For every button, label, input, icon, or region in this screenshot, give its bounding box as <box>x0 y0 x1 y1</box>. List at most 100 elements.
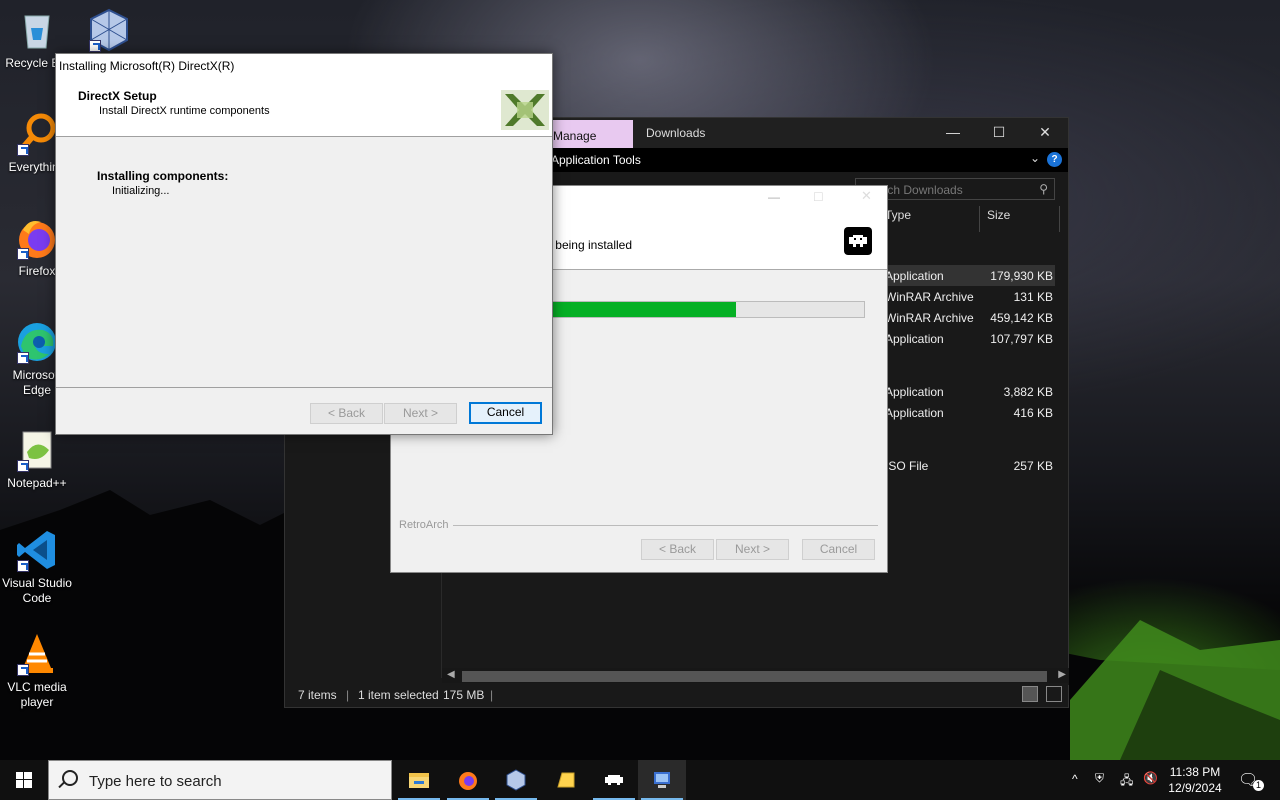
file-row[interactable]: ISO File 257 KB <box>885 455 1055 476</box>
folder-icon <box>409 773 429 788</box>
vlc-icon <box>15 632 59 676</box>
everything-icon <box>15 112 59 156</box>
file-size: 416 KB <box>1013 406 1053 420</box>
file-row[interactable]: Application 107,797 KB <box>885 328 1055 349</box>
dialog-header: DirectX Setup Install DirectX runtime co… <box>56 78 552 137</box>
ribbon-tab-manage[interactable]: Manage <box>548 120 633 148</box>
windows-logo-icon <box>16 772 32 788</box>
file-type: ISO File <box>885 459 929 473</box>
desktop-icon-vlc[interactable]: VLC media player <box>0 632 74 710</box>
taskbar-directx-setup[interactable] <box>638 760 686 800</box>
minimize-icon[interactable]: — <box>930 124 976 140</box>
file-type: WinRAR Archive <box>885 311 974 325</box>
setup-icon <box>654 772 670 788</box>
firefox-icon <box>459 772 477 790</box>
header-subtitle: Install DirectX runtime components <box>99 105 270 117</box>
maximize-icon[interactable]: ☐ <box>976 124 1022 141</box>
dialog-title[interactable]: Installing Microsoft(R) DirectX(R) <box>56 54 552 78</box>
file-type: WinRAR Archive <box>885 290 974 304</box>
help-icon[interactable]: ? <box>1047 152 1062 167</box>
recycle-bin-icon <box>15 8 59 52</box>
column-header-type[interactable]: Type <box>885 208 911 234</box>
search-icon <box>62 770 78 786</box>
scroll-right-icon[interactable]: ▶ <box>1058 669 1066 680</box>
file-row[interactable]: WinRAR Archive 131 KB <box>885 286 1055 307</box>
file-size: 131 KB <box>1013 290 1053 304</box>
taskbar-file-explorer[interactable] <box>395 760 443 800</box>
column-separator[interactable] <box>1059 206 1060 232</box>
chevron-up-icon[interactable]: ^ <box>1072 772 1078 786</box>
desktop-icon-label: Notepad++ <box>7 476 67 490</box>
chevron-down-icon[interactable]: ⌄ <box>1030 151 1040 165</box>
desktop-icon-label: VLC media player <box>7 680 67 709</box>
retroarch-logo-icon <box>844 227 872 255</box>
column-header-size[interactable]: Size <box>987 208 1010 234</box>
window-title: Downloads <box>646 126 706 140</box>
taskbar: Type here to search ^ ⛨ 🖧 🔇 11:38 PM 12/… <box>0 760 1280 800</box>
notepad-plus-plus-icon <box>15 428 59 472</box>
back-button[interactable]: < Back <box>310 403 383 424</box>
file-row[interactable]: Application 3,882 KB <box>885 381 1055 402</box>
desktop-icon-label: Visual Studio Code <box>2 576 72 605</box>
clock-time: 11:38 PM <box>1169 765 1221 779</box>
file-type: Application <box>885 332 944 346</box>
close-icon[interactable]: ✕ <box>1022 124 1068 141</box>
next-button[interactable]: Next > <box>384 403 457 424</box>
cancel-button[interactable]: Cancel <box>802 539 875 560</box>
divider <box>453 525 878 526</box>
ribbon-context-label[interactable]: Application Tools <box>551 153 641 167</box>
directx-setup-dialog[interactable]: Installing Microsoft(R) DirectX(R) Direc… <box>55 53 553 435</box>
file-type: Application <box>885 406 944 420</box>
file-type: Application <box>885 269 944 283</box>
cancel-button[interactable]: Cancel <box>469 402 542 424</box>
large-icons-view-icon[interactable] <box>1046 686 1062 702</box>
file-size: 179,930 KB <box>990 269 1053 283</box>
status-divider: | <box>346 688 350 702</box>
search-placeholder: Type here to search <box>89 773 222 790</box>
desktop-icon-virtualbox[interactable] <box>72 8 146 56</box>
search-icon: ⚲ <box>1039 182 1048 196</box>
directx-logo-icon <box>501 90 549 130</box>
file-row[interactable]: Application 416 KB <box>885 402 1055 423</box>
status-divider: | <box>490 688 494 702</box>
taskbar-search-input[interactable]: Type here to search <box>48 760 392 800</box>
edge-icon <box>15 320 59 364</box>
file-size: 107,797 KB <box>990 332 1053 346</box>
system-clock[interactable]: 11:38 PM 12/9/2024 <box>1160 764 1230 796</box>
taskbar-retroarch[interactable] <box>590 760 638 800</box>
scrollbar-thumb[interactable] <box>462 671 1047 682</box>
status-selected-size: 175 MB <box>443 688 485 702</box>
taskbar-virtualbox[interactable] <box>492 760 540 800</box>
details-view-icon[interactable] <box>1022 686 1038 702</box>
maximize-icon[interactable]: ☐ <box>813 190 824 204</box>
file-size: 257 KB <box>1013 459 1053 473</box>
close-icon[interactable]: ✕ <box>861 188 872 204</box>
divider <box>56 387 552 388</box>
file-type: Application <box>885 385 944 399</box>
start-button[interactable] <box>0 760 48 800</box>
status-selected: 1 item selected <box>358 688 439 702</box>
virtualbox-icon <box>506 769 526 791</box>
taskbar-firefox[interactable] <box>444 760 492 800</box>
desktop-icon-vscode[interactable]: Visual Studio Code <box>0 528 74 606</box>
installer-brand: RetroArch <box>399 519 449 531</box>
desktop-icon-notepad-plus-plus[interactable]: Notepad++ <box>0 428 74 491</box>
network-icon[interactable]: 🖧 <box>1120 771 1133 792</box>
clock-date: 12/9/2024 <box>1168 781 1222 795</box>
next-button[interactable]: Next > <box>716 539 789 560</box>
firefox-icon <box>15 216 59 260</box>
scroll-left-icon[interactable]: ◀ <box>447 669 455 680</box>
column-separator[interactable] <box>979 206 980 232</box>
virtualbox-icon <box>87 8 131 52</box>
file-row[interactable]: WinRAR Archive 459,142 KB <box>885 307 1055 328</box>
taskbar-sticky-app[interactable] <box>542 760 590 800</box>
status-item-count: 7 items <box>298 688 337 702</box>
file-row[interactable]: Application 179,930 KB <box>885 265 1055 286</box>
header-title: DirectX Setup <box>78 89 157 103</box>
sticky-note-icon <box>557 772 575 788</box>
file-size: 3,882 KB <box>1003 385 1053 399</box>
back-button[interactable]: < Back <box>641 539 714 560</box>
minimize-icon[interactable]: — <box>768 190 780 204</box>
security-icon[interactable]: ⛨ <box>1095 771 1104 786</box>
volume-muted-icon[interactable]: 🔇 <box>1143 771 1158 785</box>
